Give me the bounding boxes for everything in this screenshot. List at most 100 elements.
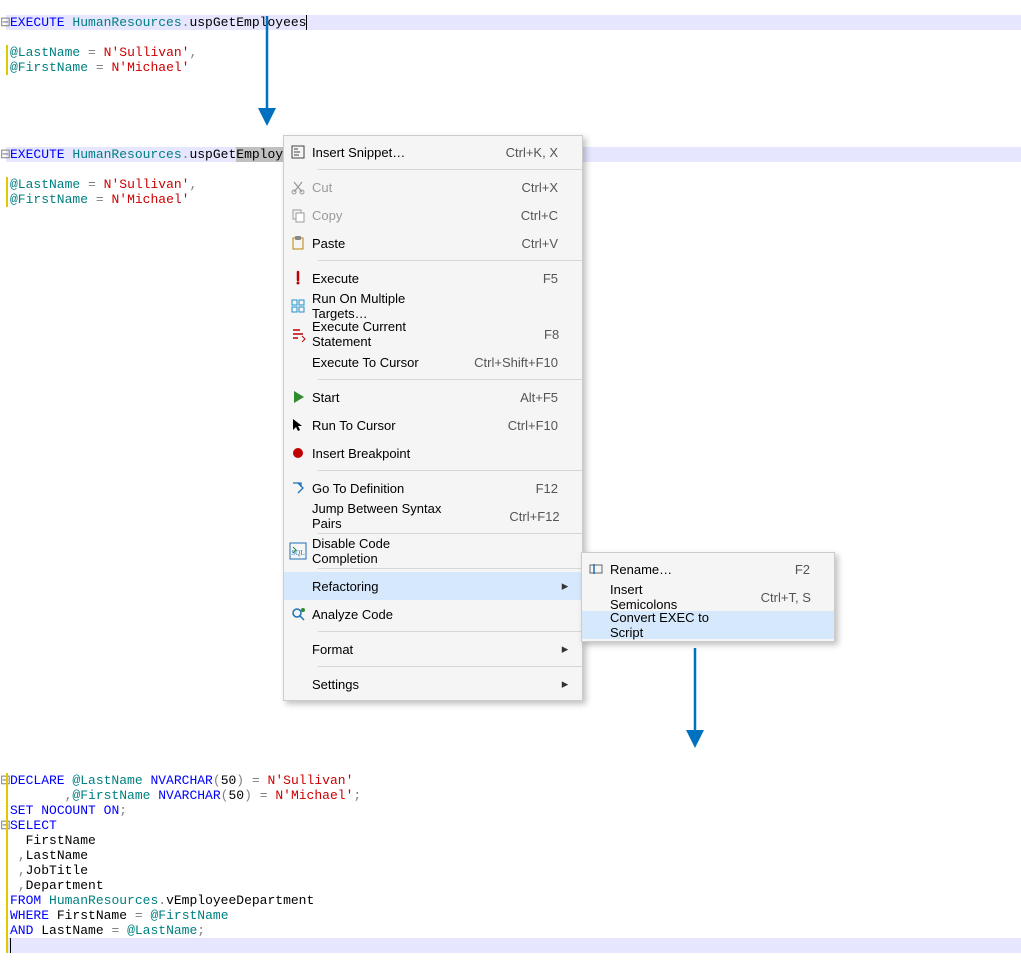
- menu-item-disable-cc[interactable]: SQLDisable Code Completion: [284, 537, 582, 565]
- menu-item-label: Insert Breakpoint: [312, 446, 484, 461]
- menu-item-label: Paste: [312, 236, 484, 251]
- menu-separator: [318, 470, 582, 471]
- menu-item-label: Convert EXEC to Script: [610, 610, 740, 640]
- menu-item-shortcut: Ctrl+X: [484, 180, 558, 195]
- code-line: ⊟SELECT: [0, 818, 57, 833]
- code-line: SET NOCOUNT ON;: [0, 803, 127, 818]
- menu-item-shortcut: Ctrl+Shift+F10: [474, 355, 558, 370]
- menu-item-label: Execute: [312, 271, 484, 286]
- menu-separator: [318, 379, 582, 380]
- code-line: WHERE FirstName = @FirstName: [0, 908, 229, 923]
- menu-separator: [318, 260, 582, 261]
- code-line: ,JobTitle: [0, 863, 88, 878]
- code-block-3[interactable]: ⊟DECLARE @LastName NVARCHAR(50) = N'Sull…: [0, 758, 1021, 963]
- menu-item-label: Execute To Cursor: [312, 355, 474, 370]
- snippet-icon: [284, 144, 312, 160]
- exec-cur-icon: [284, 326, 312, 342]
- menu-item-analyze[interactable]: Analyze Code: [284, 600, 582, 628]
- code-line: @FirstName = N'Michael': [0, 60, 189, 75]
- menu-item-label: Cut: [312, 180, 484, 195]
- menu-item-insert-bp[interactable]: Insert Breakpoint: [284, 439, 582, 467]
- cut-icon: [284, 179, 312, 195]
- menu-item-format[interactable]: Format ▸: [284, 635, 582, 663]
- menu-item-insert-semi[interactable]: Insert SemicolonsCtrl+T, S: [582, 583, 834, 611]
- chevron-right-z-icon: ▸: [558, 641, 572, 657]
- menu-item-exec-current[interactable]: Execute Current StatementF8: [284, 320, 582, 348]
- code-line-highlighted: [0, 938, 1021, 953]
- menu-item-insert-snippet[interactable]: Insert Snippet…Ctrl+K, X: [284, 138, 582, 166]
- menu-item-label: Run To Cursor: [312, 418, 484, 433]
- menu-separator: [318, 169, 582, 170]
- menu-item-label: Rename…: [610, 562, 736, 577]
- menu-item-shortcut: F8: [485, 327, 559, 342]
- menu-separator: [318, 533, 582, 534]
- menu-item-rename[interactable]: Rename…F2: [582, 555, 834, 583]
- menu-item-label: Insert Semicolons: [610, 582, 737, 612]
- analyze-icon: [284, 606, 312, 622]
- menu-item-execute[interactable]: ExecuteF5: [284, 264, 582, 292]
- code-line: ⊟DECLARE @LastName NVARCHAR(50) = N'Sull…: [0, 773, 353, 788]
- context-menu[interactable]: Insert Snippet…Ctrl+K, XCutCtrl+XCopyCtr…: [283, 135, 583, 701]
- menu-item-label: Go To Definition: [312, 481, 484, 496]
- code-line: ,@FirstName NVARCHAR(50) = N'Michael';: [0, 788, 361, 803]
- bp-icon: [284, 445, 312, 461]
- bang-icon: [284, 270, 312, 286]
- menu-item-exec-to-cursor[interactable]: Execute To CursorCtrl+Shift+F10: [284, 348, 582, 376]
- menu-item-label: Copy: [312, 208, 484, 223]
- menu-item-label: Run On Multiple Targets…: [312, 291, 485, 321]
- code-line: ,LastName: [0, 848, 88, 863]
- code-block-1[interactable]: ⊟EXECUTE HumanResources.uspGetEmployees …: [0, 0, 1021, 75]
- copy-icon: [284, 207, 312, 223]
- menu-item-label: Refactoring: [312, 579, 484, 594]
- text-caret: [306, 15, 307, 30]
- menu-item-label: Start: [312, 390, 484, 405]
- menu-item-goto-def[interactable]: Go To DefinitionF12: [284, 474, 582, 502]
- chevron-right-z-icon: ▸: [558, 676, 572, 692]
- sql-icon: SQL: [284, 542, 312, 560]
- text-caret: [10, 938, 11, 953]
- menu-item-label: Insert Snippet…: [312, 145, 484, 160]
- menu-separator: [318, 631, 582, 632]
- menu-item-label: Analyze Code: [312, 607, 484, 622]
- context-submenu-refactoring[interactable]: Rename…F2Insert SemicolonsCtrl+T, SConve…: [581, 552, 835, 642]
- goto-icon: [284, 480, 312, 496]
- menu-item-start[interactable]: StartAlt+F5: [284, 383, 582, 411]
- menu-item-label: Format: [312, 642, 484, 657]
- menu-item-cut: CutCtrl+X: [284, 173, 582, 201]
- menu-item-shortcut: Ctrl+C: [484, 208, 558, 223]
- code-line: @LastName = N'Sullivan',: [0, 45, 197, 60]
- menu-item-shortcut: Ctrl+K, X: [484, 145, 558, 160]
- menu-item-shortcut: F12: [484, 481, 558, 496]
- code-line-highlighted: ⊟EXECUTE HumanResources.uspGetEmployees: [0, 15, 1021, 30]
- menu-item-refactoring[interactable]: Refactoring ▸: [284, 572, 582, 600]
- menu-separator: [318, 568, 582, 569]
- menu-item-run-to-cursor[interactable]: Run To CursorCtrl+F10: [284, 411, 582, 439]
- menu-item-jump-syntax[interactable]: Jump Between Syntax PairsCtrl+F12: [284, 502, 582, 530]
- paste-icon: [284, 235, 312, 251]
- menu-item-label: Disable Code Completion: [312, 536, 484, 566]
- menu-item-paste[interactable]: PasteCtrl+V: [284, 229, 582, 257]
- arrow-down-icon: [680, 648, 710, 748]
- menu-item-convert-exec[interactable]: Convert EXEC to Script: [582, 611, 834, 639]
- menu-item-settings[interactable]: Settings▸: [284, 670, 582, 698]
- menu-separator: [318, 666, 582, 667]
- menu-item-shortcut: F2: [736, 562, 810, 577]
- chevron-right-z-icon: ▸: [558, 578, 572, 594]
- pointer-icon: [284, 417, 312, 433]
- menu-item-copy: CopyCtrl+C: [284, 201, 582, 229]
- menu-item-shortcut: Ctrl+T, S: [737, 590, 811, 605]
- menu-item-label: Jump Between Syntax Pairs: [312, 501, 486, 531]
- arrow-down-icon: [252, 16, 282, 126]
- menu-item-label: Execute Current Statement: [312, 319, 485, 349]
- rename-icon: [582, 561, 610, 577]
- code-line: FROM HumanResources.vEmployeeDepartment: [0, 893, 314, 908]
- targets-icon: [284, 298, 312, 314]
- code-line: @LastName = N'Sullivan',: [0, 177, 197, 192]
- menu-item-shortcut: Alt+F5: [484, 390, 558, 405]
- menu-item-run-multi[interactable]: Run On Multiple Targets…: [284, 292, 582, 320]
- code-line: AND LastName = @LastName;: [0, 923, 205, 938]
- menu-item-shortcut: Ctrl+F10: [484, 418, 558, 433]
- play-icon: [284, 389, 312, 405]
- code-line: ,Department: [0, 878, 104, 893]
- menu-item-shortcut: Ctrl+V: [484, 236, 558, 251]
